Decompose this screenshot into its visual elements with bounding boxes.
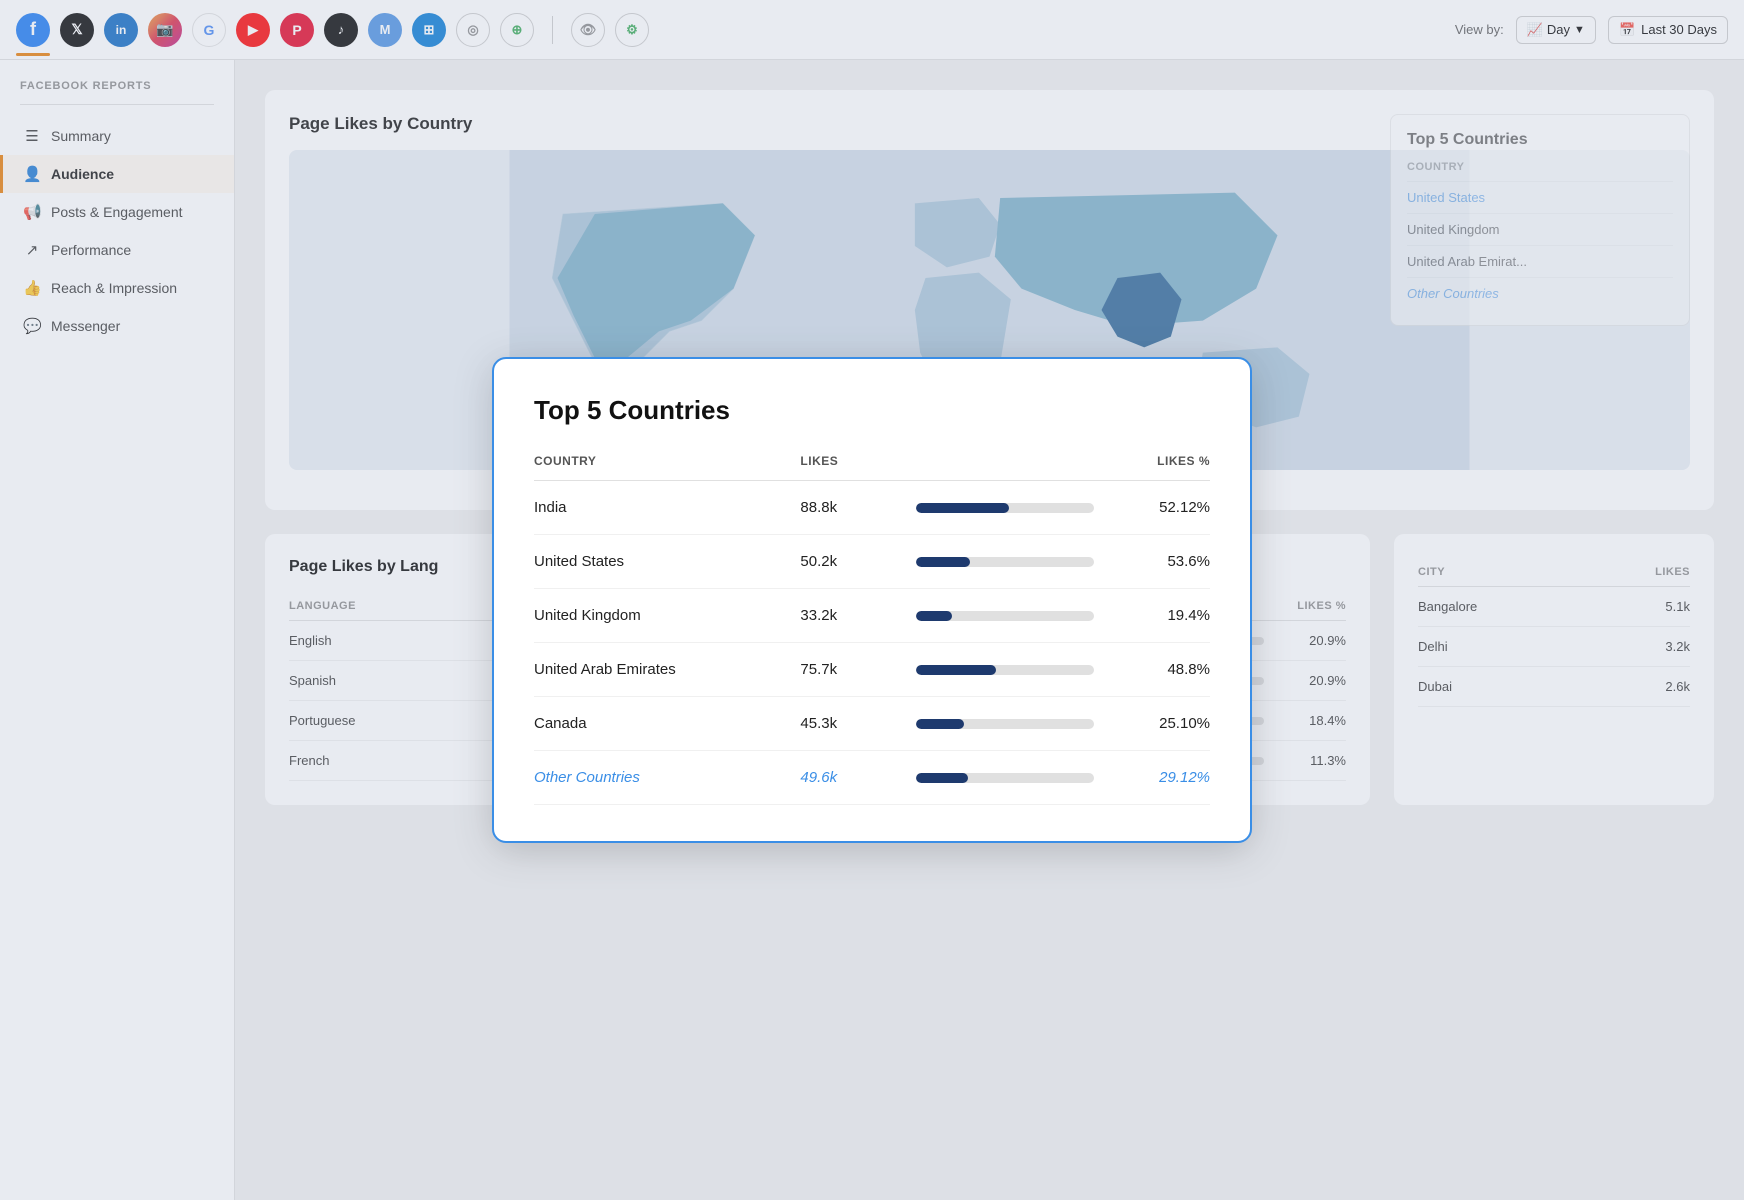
modal-pct-india: 52.12% xyxy=(1110,499,1210,516)
modal-row-us: United States 50.2k 53.6% xyxy=(534,535,1210,589)
modal-likes-india: 88.8k xyxy=(800,499,900,516)
modal-country-uae: United Arab Emirates xyxy=(534,661,800,678)
modal-likes-col-header: LIKES xyxy=(800,454,900,468)
modal-bar-uk xyxy=(916,611,1094,621)
modal-country-col-header: COUNTRY xyxy=(534,454,800,468)
modal-likes-other: 49.6k xyxy=(800,769,900,786)
modal-row-canada: Canada 45.3k 25.10% xyxy=(534,697,1210,751)
modal-likes-uk: 33.2k xyxy=(800,607,900,624)
modal-country-uk: United Kingdom xyxy=(534,607,800,624)
top5-modal: Top 5 Countries COUNTRY LIKES LIKES % In… xyxy=(492,357,1252,843)
modal-pct-other: 29.12% xyxy=(1110,769,1210,786)
modal-table-header: COUNTRY LIKES LIKES % xyxy=(534,454,1210,481)
modal-country-us: United States xyxy=(534,553,800,570)
modal-likes-canada: 45.3k xyxy=(800,715,900,732)
modal-bar-uae xyxy=(916,665,1094,675)
modal-pct-uk: 19.4% xyxy=(1110,607,1210,624)
modal-bar-us xyxy=(916,557,1094,567)
modal-likes-uae: 75.7k xyxy=(800,661,900,678)
modal-overlay: Top 5 Countries COUNTRY LIKES LIKES % In… xyxy=(0,0,1744,1200)
modal-country-canada: Canada xyxy=(534,715,800,732)
modal-row-other[interactable]: Other Countries 49.6k 29.12% xyxy=(534,751,1210,805)
modal-pct-uae: 48.8% xyxy=(1110,661,1210,678)
modal-title: Top 5 Countries xyxy=(534,395,1210,426)
modal-pct-col-header: LIKES % xyxy=(1110,454,1210,468)
modal-row-uk: United Kingdom 33.2k 19.4% xyxy=(534,589,1210,643)
modal-row-uae: United Arab Emirates 75.7k 48.8% xyxy=(534,643,1210,697)
modal-likes-us: 50.2k xyxy=(800,553,900,570)
modal-pct-canada: 25.10% xyxy=(1110,715,1210,732)
modal-row-india: India 88.8k 52.12% xyxy=(534,481,1210,535)
modal-country-other: Other Countries xyxy=(534,769,800,786)
modal-bar-india xyxy=(916,503,1094,513)
modal-bar-canada xyxy=(916,719,1094,729)
modal-bar-other xyxy=(916,773,1094,783)
modal-country-india: India xyxy=(534,499,800,516)
modal-pct-us: 53.6% xyxy=(1110,553,1210,570)
